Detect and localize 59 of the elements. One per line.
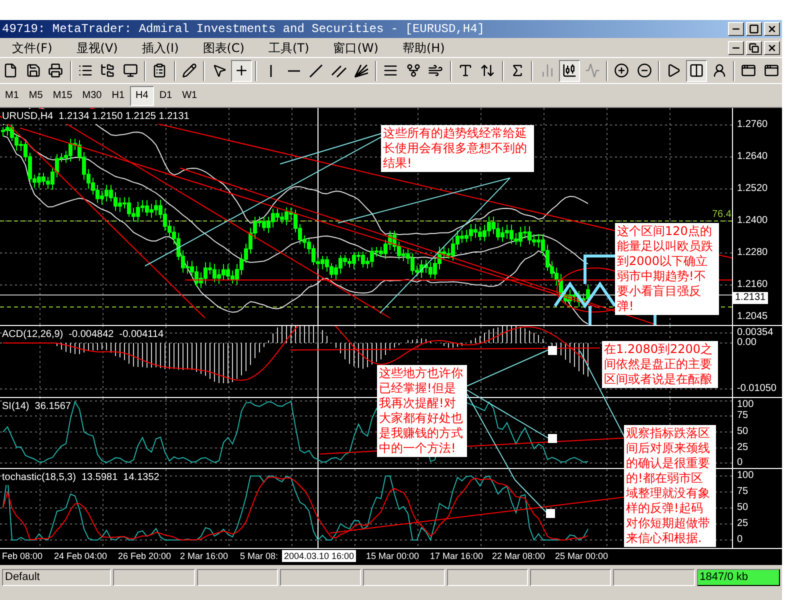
timeframe-button[interactable]: D1 — [154, 86, 178, 106]
timeframe-button[interactable]: W1 — [177, 86, 202, 106]
menu-item[interactable]: 文件(F) — [0, 40, 64, 56]
timeframe-button[interactable]: M15 — [48, 86, 78, 106]
time-label: 15 Mar 00:00 — [366, 550, 420, 562]
time-label: 17 Mar 16:00 — [430, 550, 484, 562]
annotation-note: 这个区间120点的能量足以叫欧员跌到2000以下确立弱市中期趋势!不要小看盲目强反弹! — [615, 223, 719, 315]
axis-label: 1.2400 — [737, 215, 768, 226]
axis-label: 1.2045 — [737, 311, 768, 322]
cursor-time-label: 2004.03.10 16:00 — [282, 550, 356, 562]
axis-label: 1.2640 — [737, 151, 768, 162]
time-label: 22 Mar 08:00 — [492, 550, 546, 562]
axis-label: 25 — [737, 442, 748, 453]
timeframe-button[interactable]: M1 — [0, 86, 24, 106]
axis-label: 0.00354 — [737, 327, 774, 338]
traffic-indicator: 1847/0 kb — [696, 568, 780, 586]
menu-item[interactable]: 帮助(H) — [390, 40, 457, 56]
window-title: 49719: MetaTrader: Admiral Investments and Securities - [EURUSD,H4] — [2, 21, 486, 38]
axis-label: 100 — [737, 470, 754, 481]
axis-label: 1.2160 — [737, 279, 768, 290]
time-label: 2 Mar 16:00 — [180, 550, 228, 562]
timeframe-button[interactable]: M5 — [24, 86, 48, 106]
axis-label: 0 — [737, 534, 743, 545]
axis-label: 75 — [737, 486, 748, 497]
indicator-legend: SI(14) 36.1567 — [2, 399, 71, 414]
indicator-legend: ACD(12,26,9) -0.004842 -0.004114 — [2, 327, 164, 342]
annotation-note: 这些地方也许你已经掌握!但是我再次提醒!对大家都有好处也是我赚钱的方式中的一个方法! — [377, 365, 467, 457]
annotation-note: 这些所有的趋势线经常给延长使用会有很多意想不到的结果! — [381, 125, 534, 172]
axis-label: 100 — [737, 399, 754, 410]
profile-field: Default — [2, 568, 112, 586]
annotation-note: 观察指标跌落区间后对原来颈线的确认是很重要的!都在弱市区域整理就没有象样的反弹!起码对你短期超做带来信心和根据. — [624, 425, 716, 547]
axis-label: 25 — [737, 518, 748, 529]
axis-label: 50 — [737, 426, 748, 437]
menu-item[interactable]: 图表(C) — [190, 40, 256, 56]
axis-label: 1.2760 — [737, 119, 768, 130]
time-label: 5 Mar 08: — [240, 550, 278, 562]
chart-legend: URUSD,H4 1.2134 1.2150 1.2125 1.2131 — [2, 109, 190, 124]
menu-item[interactable]: 显视(V) — [64, 40, 130, 56]
axis-label: 0 — [737, 457, 743, 468]
level-label: 76.4 — [712, 208, 732, 222]
axis-label: 1.2280 — [737, 247, 768, 258]
menu-item[interactable]: 工具(T) — [256, 40, 322, 56]
timeframe-button[interactable]: H4 — [130, 86, 154, 106]
axis-label: 50 — [737, 502, 748, 513]
menu-item[interactable]: 插入(I) — [130, 40, 191, 56]
time-label: 24 Feb 04:00 — [54, 550, 108, 562]
time-label: 25 Mar 00:00 — [555, 550, 608, 562]
indicator-legend: tochastic(18,5,3) 13.5981 14.1352 — [2, 470, 160, 485]
timeframe-button[interactable]: M30 — [77, 86, 107, 106]
timeframe-button[interactable]: H1 — [106, 86, 130, 106]
axis-label: 1.2520 — [737, 183, 768, 194]
time-label: Feb 08:00 — [2, 550, 43, 562]
current-price-label: 1.2131 — [733, 292, 768, 304]
axis-label: -0.01050 — [737, 383, 776, 394]
axis-label: 75 — [737, 410, 748, 421]
time-label: 26 Feb 20:00 — [118, 550, 172, 562]
annotation-note: 在1.2080到2200之间依然是盘正的主要区间或者说是在酝酿 — [602, 341, 718, 388]
menu-item[interactable]: 窗口(W) — [321, 40, 390, 56]
axis-label: 0.00 — [737, 337, 756, 348]
